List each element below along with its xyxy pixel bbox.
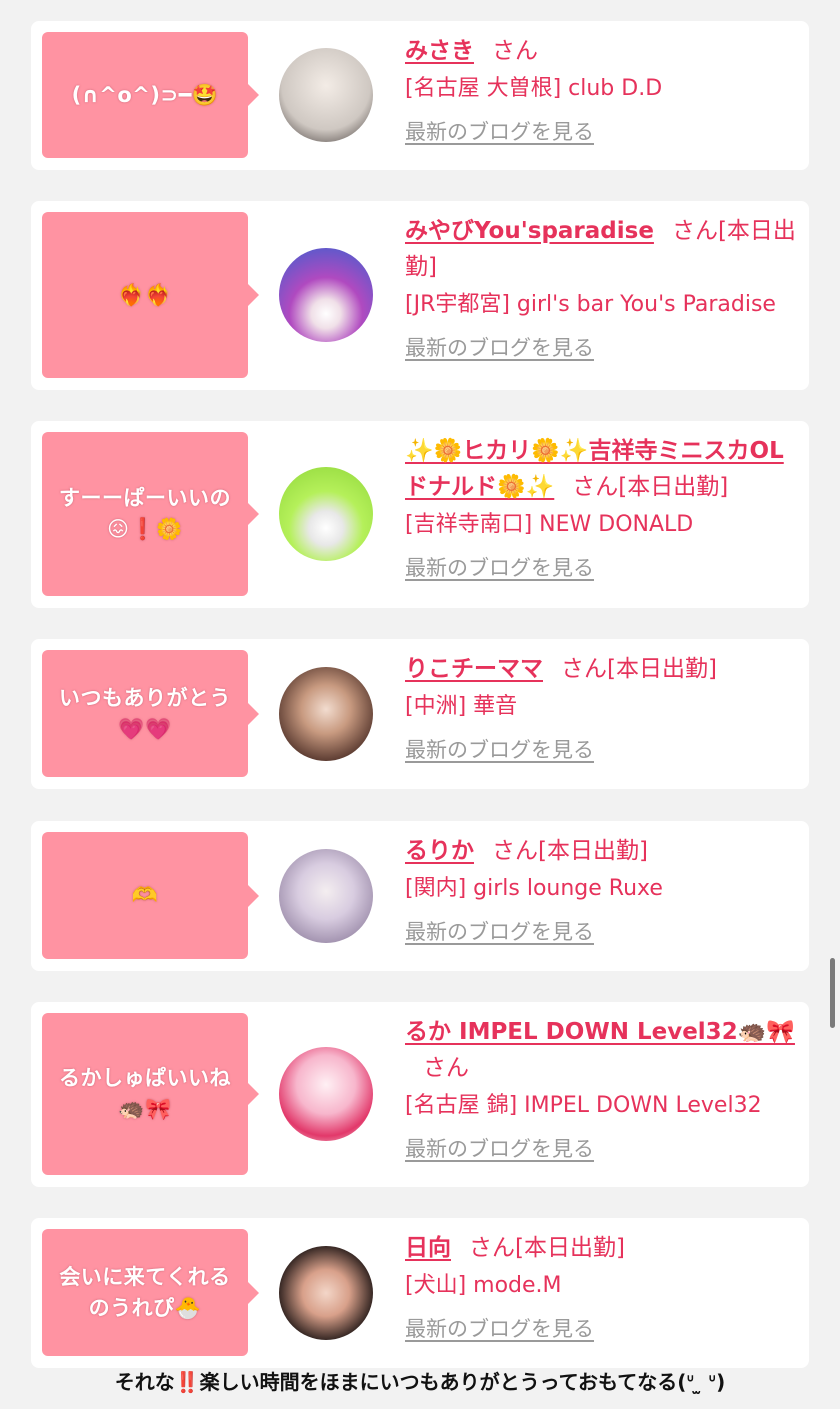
thanks-card: るかしゅぱいいね🦔🎀 るか IMPEL DOWN Level32🦔🎀 さん [名古… [31, 1002, 809, 1187]
honorific: さん [561, 656, 607, 682]
status-label: [本日出勤] [618, 474, 729, 500]
message-text: いつもありがとう💗💗 [59, 685, 231, 741]
avatar[interactable] [279, 467, 373, 561]
message-text: 会いに来てくれるのうれぴ🐣 [59, 1264, 231, 1320]
profile-name-link[interactable]: みさき [405, 38, 474, 64]
avatar[interactable] [279, 667, 373, 761]
latest-blog-link[interactable]: 最新のブログを見る [405, 1312, 594, 1346]
status-label: [本日出勤] [538, 838, 648, 864]
caption-text: それな [114, 1370, 175, 1394]
avatar[interactable] [279, 48, 373, 142]
shop-label: [関内] girls lounge Ruxe [405, 876, 663, 901]
profile-name-link[interactable]: るりか [405, 838, 474, 864]
message-bubble: 会いに来てくれるのうれぴ🐣 [42, 1229, 259, 1356]
message-text: 🫶 [131, 883, 159, 907]
message-bubble: すーーぱーいいの😖❗🌼 [42, 432, 259, 596]
shop-label: [中洲] 華音 [405, 694, 518, 719]
status-label: [本日出勤] [607, 656, 717, 682]
message-text: ❤️‍🔥❤️‍🔥 [118, 282, 172, 307]
shop-label: [犬山] mode.M [405, 1273, 562, 1298]
latest-blog-link[interactable]: 最新のブログを見る [405, 1132, 594, 1166]
honorific: さん [469, 1235, 515, 1261]
shop-label: [名古屋 大曽根] club D.D [405, 76, 663, 101]
profile-name-link[interactable]: みやびYou'sparadise [405, 218, 654, 244]
thanks-card: いつもありがとう💗💗 りこチーママ さん[本日出勤] [中洲] 華音 最新のブログ… [31, 639, 809, 789]
profile-name-link[interactable]: 日向 [405, 1235, 451, 1261]
message-text: すーーぱーいいの😖❗🌼 [59, 486, 231, 541]
avatar[interactable] [279, 849, 373, 943]
thanks-card: 🫶 るりか さん[本日出勤] [関内] girls lounge Ruxe 最新の… [31, 821, 809, 971]
honorific: さん [671, 218, 718, 244]
shop-label: [吉祥寺南口] NEW DONALD [405, 512, 694, 537]
avatar[interactable] [279, 248, 373, 342]
latest-blog-link[interactable]: 最新のブログを見る [405, 915, 594, 949]
latest-blog-link[interactable]: 最新のブログを見る [405, 551, 594, 585]
latest-blog-link[interactable]: 最新のブログを見る [405, 733, 594, 767]
message-bubble: ❤️‍🔥❤️‍🔥 [42, 212, 259, 378]
shop-label: [名古屋 錦] IMPEL DOWN Level32 [405, 1093, 762, 1118]
exclamation-icon: ‼️ [174, 1370, 200, 1394]
shop-label: [JR宇都宮] girl's bar You's Paradise [405, 292, 776, 317]
profile-name-link[interactable]: りこチーママ [405, 656, 543, 682]
avatar[interactable] [279, 1047, 373, 1141]
message-bubble: るかしゅぱいいね🦔🎀 [42, 1013, 259, 1175]
profile-name-link[interactable]: るか IMPEL DOWN Level32🦔🎀 [405, 1019, 795, 1045]
message-text: (∩^o^)⊃━🤩 [71, 82, 219, 107]
status-label: [本日出勤] [515, 1235, 625, 1261]
message-bubble: いつもありがとう💗💗 [42, 650, 259, 777]
latest-blog-link[interactable]: 最新のブログを見る [405, 331, 594, 365]
thanks-card: 会いに来てくれるのうれぴ🐣 日向 さん[本日出勤] [犬山] mode.M 最新の… [31, 1218, 809, 1368]
honorific: さん [423, 1055, 469, 1081]
caption-text: 楽しい時間をほまにいつもありがとうっておもてなる(ᐡ ̫ ᐡ) [199, 1370, 726, 1394]
caption-overlay: それな‼️楽しい時間をほまにいつもありがとうっておもてなる(ᐡ ̫ ᐡ) [0, 1366, 840, 1395]
thanks-card: すーーぱーいいの😖❗🌼 ✨🌼ヒカリ🌼✨吉祥寺ミニスカOLドナルド🌼✨ さん[本日出… [31, 421, 809, 608]
scrollbar[interactable] [830, 958, 835, 1028]
message-bubble: (∩^o^)⊃━🤩 [42, 32, 259, 158]
avatar[interactable] [279, 1246, 373, 1340]
thanks-card: ❤️‍🔥❤️‍🔥 みやびYou'sparadise さん[本日出勤] [JR宇都宮… [31, 201, 809, 390]
honorific: さん [492, 38, 538, 64]
latest-blog-link[interactable]: 最新のブログを見る [405, 115, 594, 149]
thanks-card: (∩^o^)⊃━🤩 みさき さん [名古屋 大曽根] club D.D 最新のブロ… [31, 21, 809, 170]
message-bubble: 🫶 [42, 832, 259, 959]
honorific: さん [492, 838, 538, 864]
honorific: さん [572, 474, 619, 500]
message-text: るかしゅぱいいね🦔🎀 [59, 1066, 231, 1121]
